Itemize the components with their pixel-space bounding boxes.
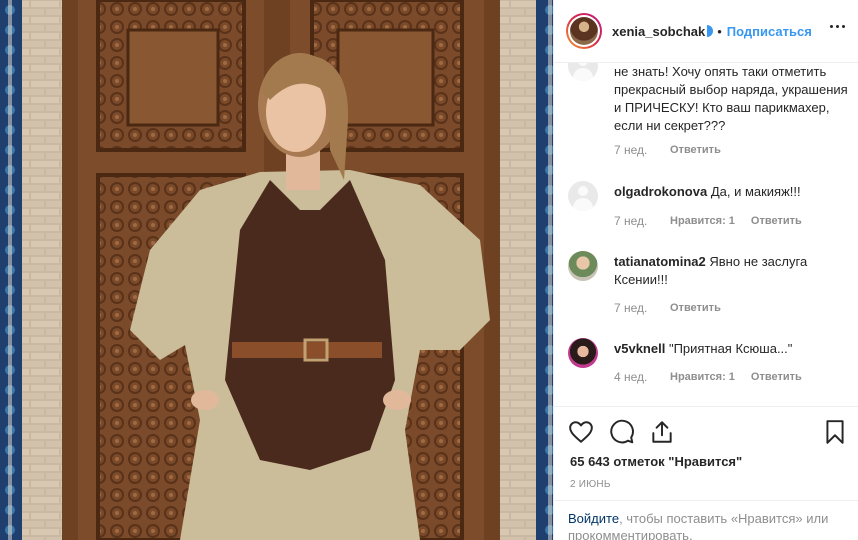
comment-meta: 4 нед. Нравится: 1 Ответить [614,370,802,385]
follow-button[interactable]: Подписаться [727,24,812,39]
comment-likes[interactable]: Нравится: 1 [670,214,735,229]
verified-badge-icon [707,25,714,37]
reply-button[interactable]: Ответить [751,214,802,229]
comment-time[interactable]: 7 нед. [614,301,670,316]
reply-button[interactable]: Ответить [670,301,721,316]
comment-meta: 7 нед. Ответить [614,143,721,158]
more-options-icon[interactable] [830,25,845,28]
comment-avatar[interactable] [568,63,598,81]
header-separator: • [717,23,722,39]
comment-meta: 7 нед. Нравится: 1 Ответить [614,214,802,229]
heart-icon[interactable] [568,419,594,445]
comments-list[interactable]: не знать! Хочу опять таки отметить прекр… [554,63,858,406]
author-username[interactable]: xenia_sobchak [612,24,705,39]
comment-body: olgadrokonova Да, и макияж!!! [614,183,850,201]
comment-text: Да, и макияж!!! [710,184,801,199]
comment-likes[interactable]: Нравится: 1 [670,370,735,385]
post-photo[interactable] [0,0,553,540]
comment-body: v5vknell "Приятная Ксюша..." [614,340,850,358]
post-header: xenia_sobchak • Подписаться [554,0,858,63]
comment-avatar[interactable] [568,338,598,368]
login-prompt: Войдите, чтобы поставить «Нравится» или … [554,500,858,540]
comment-bubble-icon[interactable] [609,419,635,445]
comment-time[interactable]: 4 нед. [614,370,670,385]
post-actions: 65 643 отметок "Нравится" 2 ИЮНЬ [554,406,858,500]
comment-avatar[interactable] [568,251,598,281]
login-link[interactable]: Войдите [568,511,619,526]
reply-button[interactable]: Ответить [751,370,802,385]
comment-text: не знать! Хочу опять таки отметить прекр… [614,64,848,133]
comment-time[interactable]: 7 нед. [614,214,670,229]
post-image [0,0,553,540]
comment-meta: 7 нед. Ответить [614,301,721,316]
likes-count[interactable]: 65 643 отметок "Нравится" [570,454,742,469]
post-sidebar: xenia_sobchak • Подписаться не знать! Хо… [553,0,858,540]
share-upload-icon[interactable] [649,419,675,445]
comment-body: tatianatomina2 Явно не заслуга Ксении!!! [614,253,850,289]
author-avatar[interactable] [566,13,602,49]
reply-button[interactable]: Ответить [670,143,721,158]
comment-time[interactable]: 7 нед. [614,143,670,158]
post-date[interactable]: 2 ИЮНЬ [570,479,611,490]
comment-username[interactable]: olgadrokonova [614,184,707,199]
comment-username[interactable]: v5vknell [614,341,665,356]
comment-avatar[interactable] [568,181,598,211]
comment-username[interactable]: tatianatomina2 [614,254,706,269]
comment-text: "Приятная Ксюша..." [668,341,793,356]
bookmark-icon[interactable] [822,419,848,445]
